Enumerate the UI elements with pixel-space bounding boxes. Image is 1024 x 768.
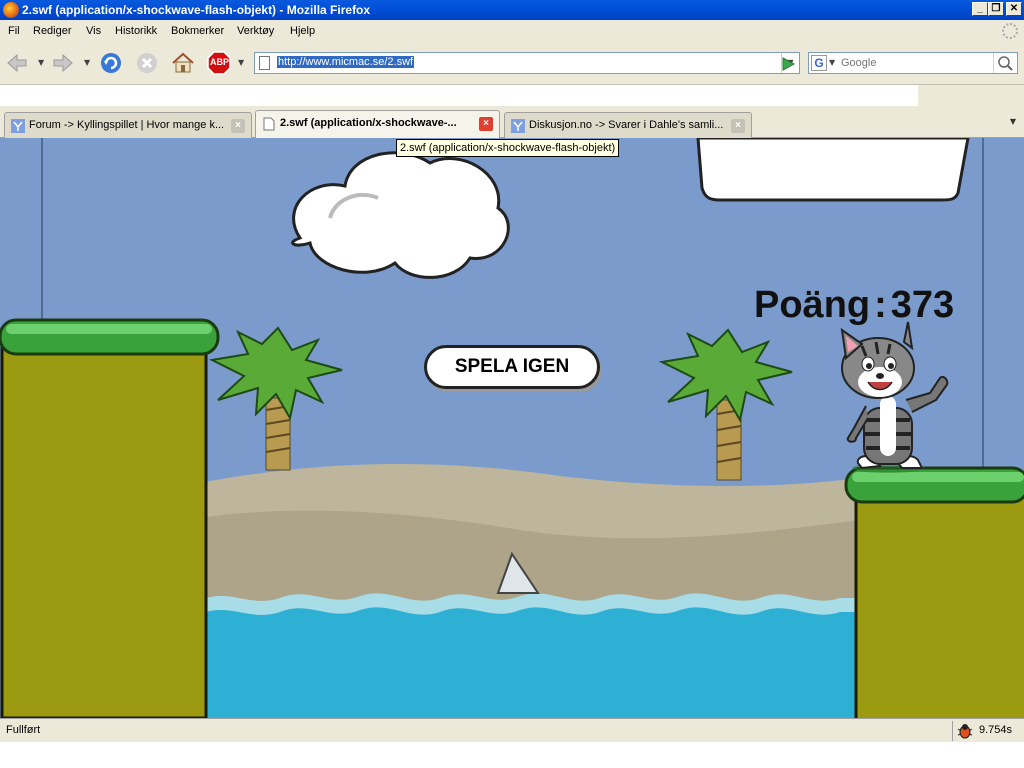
tab-2-swf[interactable]: 2.swf (application/x-shockwave-... ×	[255, 110, 500, 139]
tab-close-icon[interactable]: ×	[731, 119, 745, 133]
forward-icon[interactable]	[50, 50, 76, 76]
cloud	[291, 151, 510, 279]
score-display: Poäng:373	[754, 284, 954, 327]
page-icon	[259, 56, 270, 70]
bookmarks-toolbar	[0, 84, 918, 106]
menu-bokmerker[interactable]: Bokmerker	[171, 25, 224, 37]
menu-vis[interactable]: Vis	[86, 25, 101, 37]
reload-icon[interactable]	[98, 50, 124, 76]
tab-close-icon[interactable]: ×	[479, 117, 493, 131]
throbber-icon	[1002, 23, 1018, 39]
forward-history-caret[interactable]: ▼	[84, 58, 92, 67]
adblock-label: ABP	[210, 57, 230, 67]
maximize-button[interactable]: ❐	[988, 2, 1004, 16]
search-box[interactable]: G ▼	[808, 52, 1018, 74]
adblock-icon[interactable]: ABP	[206, 50, 232, 76]
go-icon[interactable]	[780, 56, 796, 72]
tab-diskusjon[interactable]: Diskusjon.no -> Svarer i Dahle's samli..…	[504, 112, 752, 138]
cat-character	[840, 321, 949, 473]
url-bar[interactable]: http://www.micmac.se/2.swf ▼	[254, 52, 800, 74]
page-icon	[262, 117, 276, 131]
water	[200, 607, 860, 718]
firebug-icon	[957, 723, 973, 739]
replay-button[interactable]: SPELA IGEN	[424, 345, 600, 389]
tab-forum-kyllingspillet[interactable]: Forum -> Kyllingspillet | Hvor mange k..…	[4, 112, 252, 138]
menu-historikk[interactable]: Historikk	[115, 25, 157, 37]
firefox-icon	[3, 2, 19, 18]
minimize-button[interactable]: _	[972, 2, 988, 16]
score-label: Poäng	[754, 284, 871, 326]
menu-fil[interactable]: Fil	[8, 25, 20, 37]
status-text: Fullført	[6, 724, 41, 736]
load-time: 9.754s	[979, 724, 1013, 736]
forum-favicon-icon	[11, 119, 25, 133]
flash-game[interactable]: Poäng:373	[0, 138, 1024, 718]
engine-caret: ▼	[829, 58, 836, 67]
palm-tree-left	[208, 326, 343, 471]
status-bar: Fullført 9.754s	[0, 718, 1024, 742]
adblock-menu-caret[interactable]: ▼	[238, 58, 246, 67]
score-value: 373	[890, 284, 955, 326]
game-scene	[0, 138, 1024, 718]
back-history-caret[interactable]: ▼	[38, 58, 46, 67]
search-icon[interactable]	[993, 53, 1017, 73]
menu-verktoy[interactable]: Verktøy	[237, 25, 274, 37]
left-platform	[0, 318, 220, 718]
right-platform	[844, 466, 1024, 718]
firebug-status[interactable]: 9.754s	[952, 721, 1022, 741]
tab-label: Forum -> Kyllingspillet | Hvor mange k..…	[29, 119, 225, 131]
menu-bar: Fil Rediger Vis Historikk Bokmerker Verk…	[0, 20, 1024, 42]
window-title: 2.swf (application/x-shockwave-flash-obj…	[22, 3, 371, 17]
tab-label: Diskusjon.no -> Svarer i Dahle's samli..…	[529, 119, 724, 131]
search-input[interactable]	[841, 55, 991, 71]
toolbar-end-area	[918, 84, 1024, 106]
tab-close-icon[interactable]: ×	[231, 119, 245, 133]
url-text[interactable]: http://www.micmac.se/2.swf	[277, 56, 415, 68]
menu-hjelp[interactable]: Hjelp	[290, 25, 315, 37]
window-bottom-edge	[0, 742, 1024, 768]
tab-label: 2.swf (application/x-shockwave-...	[280, 117, 457, 129]
stop-icon[interactable]	[134, 50, 160, 76]
search-engine-selector[interactable]: G ▼	[811, 55, 839, 71]
tab-tooltip: 2.swf (application/x-shockwave-flash-obj…	[396, 139, 620, 157]
menu-rediger[interactable]: Rediger	[33, 25, 72, 37]
score-separator: :	[874, 284, 887, 326]
list-all-tabs-icon[interactable]: ▼	[1004, 110, 1022, 134]
forum-favicon-icon	[511, 119, 525, 133]
home-icon[interactable]	[170, 50, 196, 76]
palm-tree-right	[658, 328, 793, 481]
google-icon: G	[811, 55, 827, 71]
back-icon[interactable]	[4, 50, 30, 76]
close-button[interactable]: ✕	[1006, 2, 1022, 16]
title-bar: 2.swf (application/x-shockwave-flash-obj…	[0, 0, 1024, 20]
firefox-window: 2.swf (application/x-shockwave-flash-obj…	[0, 0, 1024, 768]
score-panel	[696, 138, 970, 202]
tab-bar: Forum -> Kyllingspillet | Hvor mange k..…	[0, 106, 1024, 139]
